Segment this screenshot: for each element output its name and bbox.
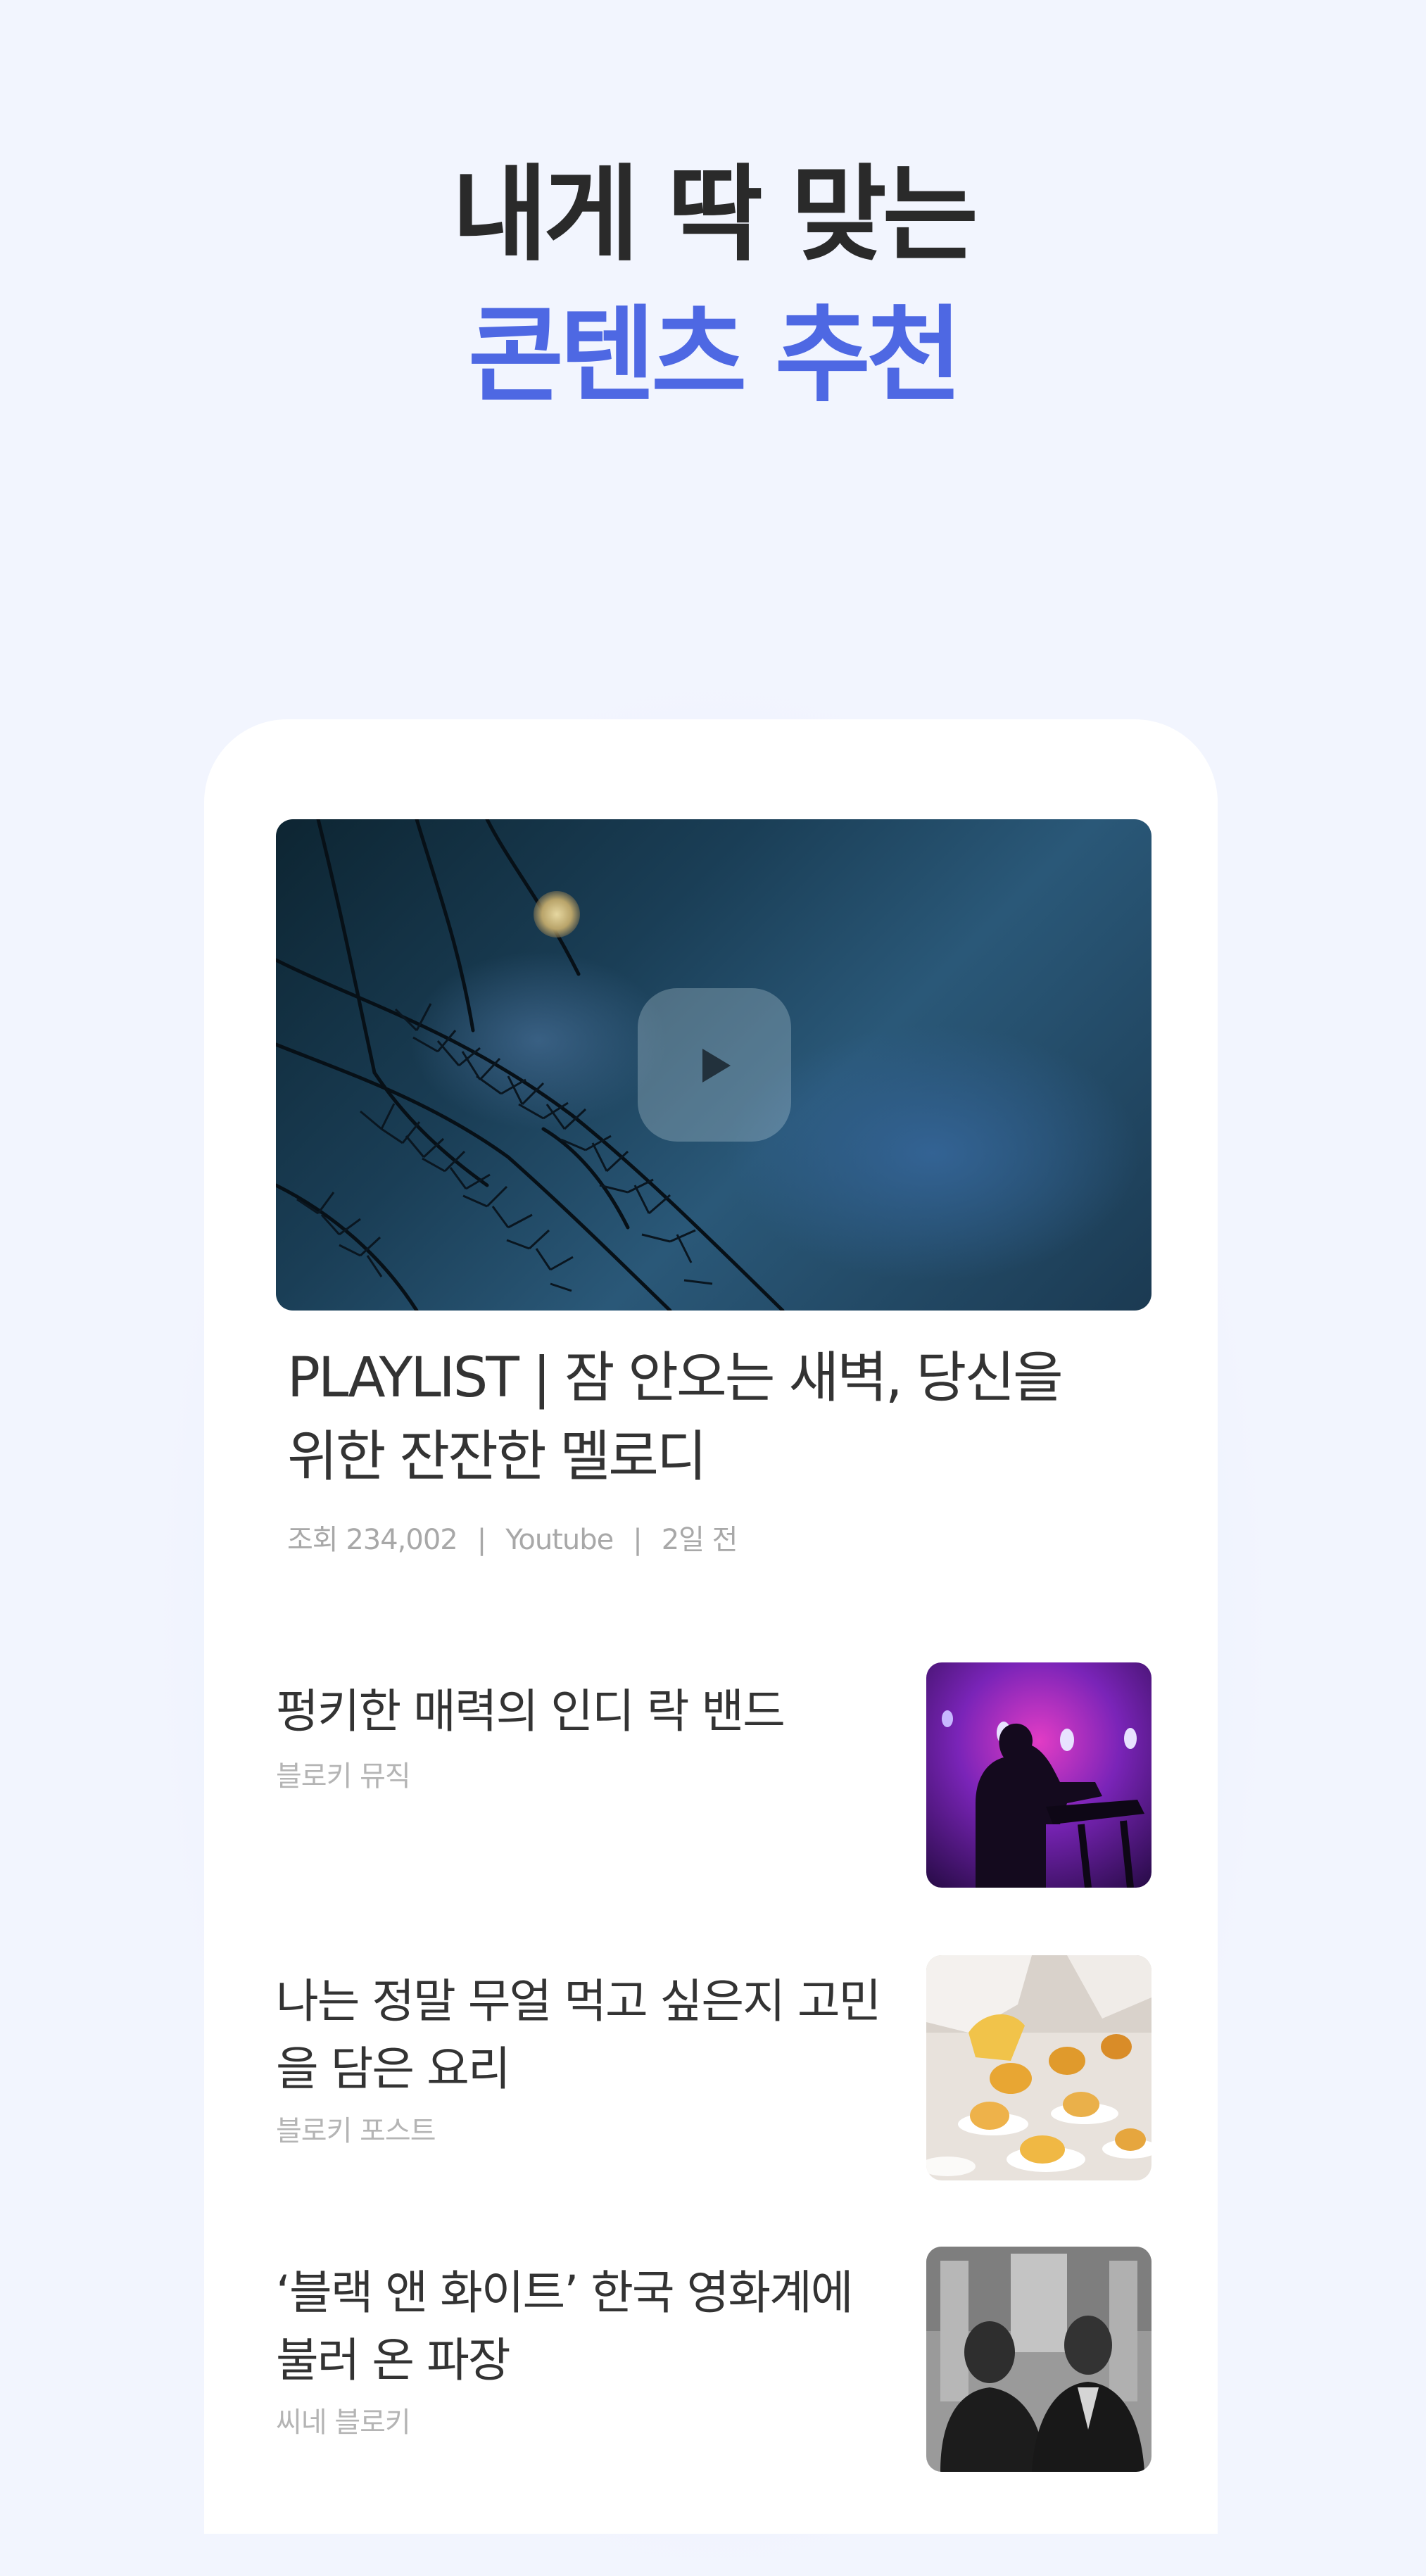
phone-card: PLAYLIST | 잠 안오는 새벽, 당신을 위한 잔잔한 멜로디 조회 2…	[204, 719, 1218, 2534]
list-item-title-line-1: ‘블랙 앤 화이트’ 한국 영화계에	[276, 2266, 854, 2320]
play-button[interactable]	[638, 988, 791, 1142]
list-item-title-line-1: 나는 정말 무얼 먹고 싶은지 고민	[276, 1974, 881, 2028]
source-name: Youtube	[505, 1524, 614, 1556]
featured-title-line-1: PLAYLIST | 잠 안오는 새벽, 당신을	[287, 1346, 1064, 1410]
posted-time: 2일 전	[661, 1524, 738, 1556]
food-image	[926, 1955, 1151, 2180]
food-thumbnail[interactable]	[926, 1955, 1151, 2180]
hero-line-1: 내게 딱 맞는	[452, 154, 978, 275]
featured-title-line-2: 위한 잔잔한 멜로디	[287, 1425, 707, 1489]
view-count: 조회 234,002	[287, 1524, 458, 1556]
list-item-title: 펑키한 매력의 인디 락 밴드	[276, 1678, 909, 1745]
concert-image	[926, 1662, 1151, 1888]
bokeh-light	[534, 891, 580, 937]
list-item-title-line-2: 불러 온 파장	[276, 2333, 511, 2387]
list-item-title: ‘블랙 앤 화이트’ 한국 영화계에 불러 온 파장	[276, 2259, 909, 2394]
list-item-source: 씨네 블로키	[276, 2406, 411, 2439]
list-item-title: 나는 정말 무얼 먹고 싶은지 고민 을 담은 요리	[276, 1968, 909, 2103]
two-men-bw-image	[926, 2247, 1151, 2472]
featured-meta: 조회 234,002 | Youtube | 2일 전	[287, 1520, 738, 1560]
meta-separator: |	[477, 1524, 487, 1556]
play-icon	[702, 1049, 731, 1082]
hero-heading: 내게 딱 맞는 콘텐츠 추천	[0, 144, 1426, 426]
list-item[interactable]: ‘블랙 앤 화이트’ 한국 영화계에 불러 온 파장 씨네 블로키	[276, 2247, 1151, 2472]
featured-title[interactable]: PLAYLIST | 잠 안오는 새벽, 당신을 위한 잔잔한 멜로디	[287, 1339, 1075, 1496]
movie-thumbnail[interactable]	[926, 2247, 1151, 2472]
list-item-source: 블로키 포스트	[276, 2115, 436, 2147]
featured-video-thumbnail[interactable]	[276, 819, 1151, 1311]
list-item[interactable]: 나는 정말 무얼 먹고 싶은지 고민 을 담은 요리 블로키 포스트	[276, 1955, 1151, 2180]
concert-thumbnail[interactable]	[926, 1662, 1151, 1888]
meta-separator: |	[633, 1524, 643, 1556]
list-item-source: 블로키 뮤직	[276, 1760, 411, 1793]
hero-line-2-accent: 콘텐츠 추천	[467, 295, 962, 416]
list-item-title-line-2: 을 담은 요리	[276, 2042, 511, 2096]
list-item[interactable]: 펑키한 매력의 인디 락 밴드 블로키 뮤직	[276, 1662, 1151, 1888]
list-item-title-line-1: 펑키한 매력의 인디 락 밴드	[276, 1684, 785, 1738]
